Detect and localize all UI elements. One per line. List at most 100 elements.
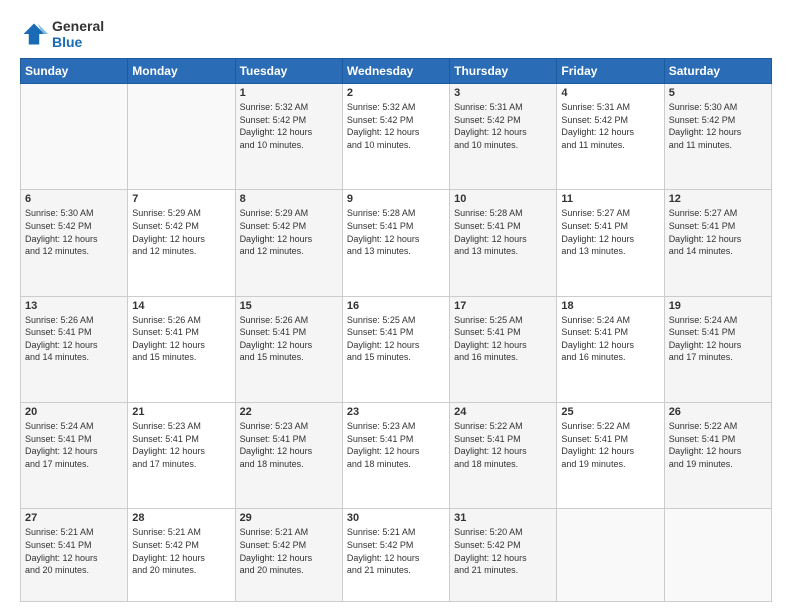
calendar-cell: 22 Sunrise: 5:23 AM Sunset: 5:41 PM Dayli… bbox=[235, 403, 342, 509]
day-number: 22 bbox=[240, 406, 338, 418]
day-info: Sunrise: 5:23 AM Sunset: 5:41 PM Dayligh… bbox=[240, 420, 338, 470]
day-number: 1 bbox=[240, 87, 338, 99]
calendar-cell: 25 Sunrise: 5:22 AM Sunset: 5:41 PM Dayli… bbox=[557, 403, 664, 509]
day-info: Sunrise: 5:32 AM Sunset: 5:42 PM Dayligh… bbox=[347, 101, 445, 151]
calendar-cell: 20 Sunrise: 5:24 AM Sunset: 5:41 PM Dayli… bbox=[21, 403, 128, 509]
day-number: 7 bbox=[132, 193, 230, 205]
weekday-header: Tuesday bbox=[235, 59, 342, 84]
header: General Blue bbox=[20, 18, 772, 50]
day-info: Sunrise: 5:24 AM Sunset: 5:41 PM Dayligh… bbox=[561, 314, 659, 364]
day-info: Sunrise: 5:28 AM Sunset: 5:41 PM Dayligh… bbox=[347, 207, 445, 257]
calendar-cell: 18 Sunrise: 5:24 AM Sunset: 5:41 PM Dayli… bbox=[557, 296, 664, 402]
day-info: Sunrise: 5:30 AM Sunset: 5:42 PM Dayligh… bbox=[25, 207, 123, 257]
day-info: Sunrise: 5:28 AM Sunset: 5:41 PM Dayligh… bbox=[454, 207, 552, 257]
day-info: Sunrise: 5:26 AM Sunset: 5:41 PM Dayligh… bbox=[25, 314, 123, 364]
day-number: 16 bbox=[347, 300, 445, 312]
day-info: Sunrise: 5:32 AM Sunset: 5:42 PM Dayligh… bbox=[240, 101, 338, 151]
day-number: 15 bbox=[240, 300, 338, 312]
logo-icon bbox=[20, 20, 48, 48]
day-info: Sunrise: 5:26 AM Sunset: 5:41 PM Dayligh… bbox=[132, 314, 230, 364]
day-number: 12 bbox=[669, 193, 767, 205]
calendar-cell: 4 Sunrise: 5:31 AM Sunset: 5:42 PM Daylig… bbox=[557, 84, 664, 190]
calendar-cell bbox=[128, 84, 235, 190]
day-info: Sunrise: 5:29 AM Sunset: 5:42 PM Dayligh… bbox=[240, 207, 338, 257]
calendar-cell: 26 Sunrise: 5:22 AM Sunset: 5:41 PM Dayli… bbox=[664, 403, 771, 509]
day-info: Sunrise: 5:31 AM Sunset: 5:42 PM Dayligh… bbox=[454, 101, 552, 151]
calendar-cell: 30 Sunrise: 5:21 AM Sunset: 5:42 PM Dayli… bbox=[342, 509, 449, 602]
day-info: Sunrise: 5:22 AM Sunset: 5:41 PM Dayligh… bbox=[454, 420, 552, 470]
calendar-cell: 28Sunrise: 5:21 AM Sunset: 5:42 PM Dayli… bbox=[128, 509, 235, 602]
day-number: 31 bbox=[454, 512, 552, 524]
day-info: Sunrise: 5:31 AM Sunset: 5:42 PM Dayligh… bbox=[561, 101, 659, 151]
calendar-cell: 14 Sunrise: 5:26 AM Sunset: 5:41 PM Dayli… bbox=[128, 296, 235, 402]
day-number: 5 bbox=[669, 87, 767, 99]
day-number: 24 bbox=[454, 406, 552, 418]
day-number: 8 bbox=[240, 193, 338, 205]
day-info: Sunrise: 5:30 AM Sunset: 5:42 PM Dayligh… bbox=[669, 101, 767, 151]
day-number: 6 bbox=[25, 193, 123, 205]
calendar-table: SundayMondayTuesdayWednesdayThursdayFrid… bbox=[20, 58, 772, 602]
calendar-cell: 15 Sunrise: 5:26 AM Sunset: 5:41 PM Dayli… bbox=[235, 296, 342, 402]
calendar-cell: 27 Sunrise: 5:21 AM Sunset: 5:41 PM Dayli… bbox=[21, 509, 128, 602]
calendar-cell: 1 Sunrise: 5:32 AM Sunset: 5:42 PM Daylig… bbox=[235, 84, 342, 190]
calendar-cell: 21Sunrise: 5:23 AM Sunset: 5:41 PM Dayli… bbox=[128, 403, 235, 509]
calendar-cell: 5 Sunrise: 5:30 AM Sunset: 5:42 PM Daylig… bbox=[664, 84, 771, 190]
day-number: 26 bbox=[669, 406, 767, 418]
calendar-cell bbox=[557, 509, 664, 602]
calendar-cell: 9 Sunrise: 5:28 AM Sunset: 5:41 PM Daylig… bbox=[342, 190, 449, 296]
calendar-cell: 12 Sunrise: 5:27 AM Sunset: 5:41 PM Dayli… bbox=[664, 190, 771, 296]
day-info: Sunrise: 5:25 AM Sunset: 5:41 PM Dayligh… bbox=[347, 314, 445, 364]
day-info: Sunrise: 5:21 AM Sunset: 5:42 PM Dayligh… bbox=[347, 526, 445, 576]
day-info: Sunrise: 5:23 AM Sunset: 5:41 PM Dayligh… bbox=[347, 420, 445, 470]
day-info: Sunrise: 5:27 AM Sunset: 5:41 PM Dayligh… bbox=[669, 207, 767, 257]
page: General Blue SundayMondayTuesdayWednesda… bbox=[0, 0, 792, 612]
calendar-cell: 31 Sunrise: 5:20 AM Sunset: 5:42 PM Dayli… bbox=[450, 509, 557, 602]
day-number: 20 bbox=[25, 406, 123, 418]
day-number: 4 bbox=[561, 87, 659, 99]
day-info: Sunrise: 5:21 AM Sunset: 5:41 PM Dayligh… bbox=[25, 526, 123, 576]
weekday-header: Saturday bbox=[664, 59, 771, 84]
day-number: 30 bbox=[347, 512, 445, 524]
calendar-cell: 6 Sunrise: 5:30 AM Sunset: 5:42 PM Daylig… bbox=[21, 190, 128, 296]
day-number: 14 bbox=[132, 300, 230, 312]
calendar-cell: 16 Sunrise: 5:25 AM Sunset: 5:41 PM Dayli… bbox=[342, 296, 449, 402]
day-info: Sunrise: 5:22 AM Sunset: 5:41 PM Dayligh… bbox=[669, 420, 767, 470]
day-number: 2 bbox=[347, 87, 445, 99]
calendar-cell bbox=[21, 84, 128, 190]
day-number: 21 bbox=[132, 406, 230, 418]
day-info: Sunrise: 5:26 AM Sunset: 5:41 PM Dayligh… bbox=[240, 314, 338, 364]
logo-text: General Blue bbox=[52, 18, 104, 50]
calendar-cell: 23 Sunrise: 5:23 AM Sunset: 5:41 PM Dayli… bbox=[342, 403, 449, 509]
day-info: Sunrise: 5:24 AM Sunset: 5:41 PM Dayligh… bbox=[669, 314, 767, 364]
day-number: 3 bbox=[454, 87, 552, 99]
day-number: 19 bbox=[669, 300, 767, 312]
day-number: 10 bbox=[454, 193, 552, 205]
weekday-header: Monday bbox=[128, 59, 235, 84]
day-number: 25 bbox=[561, 406, 659, 418]
day-number: 17 bbox=[454, 300, 552, 312]
day-info: Sunrise: 5:21 AM Sunset: 5:42 PM Dayligh… bbox=[132, 526, 230, 576]
day-number: 23 bbox=[347, 406, 445, 418]
day-info: Sunrise: 5:21 AM Sunset: 5:42 PM Dayligh… bbox=[240, 526, 338, 576]
day-info: Sunrise: 5:22 AM Sunset: 5:41 PM Dayligh… bbox=[561, 420, 659, 470]
weekday-header: Friday bbox=[557, 59, 664, 84]
day-number: 13 bbox=[25, 300, 123, 312]
weekday-header: Sunday bbox=[21, 59, 128, 84]
calendar-cell: 17 Sunrise: 5:25 AM Sunset: 5:41 PM Dayli… bbox=[450, 296, 557, 402]
day-info: Sunrise: 5:29 AM Sunset: 5:42 PM Dayligh… bbox=[132, 207, 230, 257]
calendar-cell: 8 Sunrise: 5:29 AM Sunset: 5:42 PM Daylig… bbox=[235, 190, 342, 296]
day-number: 29 bbox=[240, 512, 338, 524]
calendar-cell: 7 Sunrise: 5:29 AM Sunset: 5:42 PM Daylig… bbox=[128, 190, 235, 296]
day-number: 27 bbox=[25, 512, 123, 524]
calendar-cell: 19 Sunrise: 5:24 AM Sunset: 5:41 PM Dayli… bbox=[664, 296, 771, 402]
weekday-header: Thursday bbox=[450, 59, 557, 84]
calendar-cell: 10 Sunrise: 5:28 AM Sunset: 5:41 PM Dayli… bbox=[450, 190, 557, 296]
day-info: Sunrise: 5:25 AM Sunset: 5:41 PM Dayligh… bbox=[454, 314, 552, 364]
calendar-cell bbox=[664, 509, 771, 602]
day-number: 18 bbox=[561, 300, 659, 312]
calendar-cell: 24 Sunrise: 5:22 AM Sunset: 5:41 PM Dayli… bbox=[450, 403, 557, 509]
day-number: 9 bbox=[347, 193, 445, 205]
day-info: Sunrise: 5:24 AM Sunset: 5:41 PM Dayligh… bbox=[25, 420, 123, 470]
day-info: Sunrise: 5:20 AM Sunset: 5:42 PM Dayligh… bbox=[454, 526, 552, 576]
logo: General Blue bbox=[20, 18, 104, 50]
